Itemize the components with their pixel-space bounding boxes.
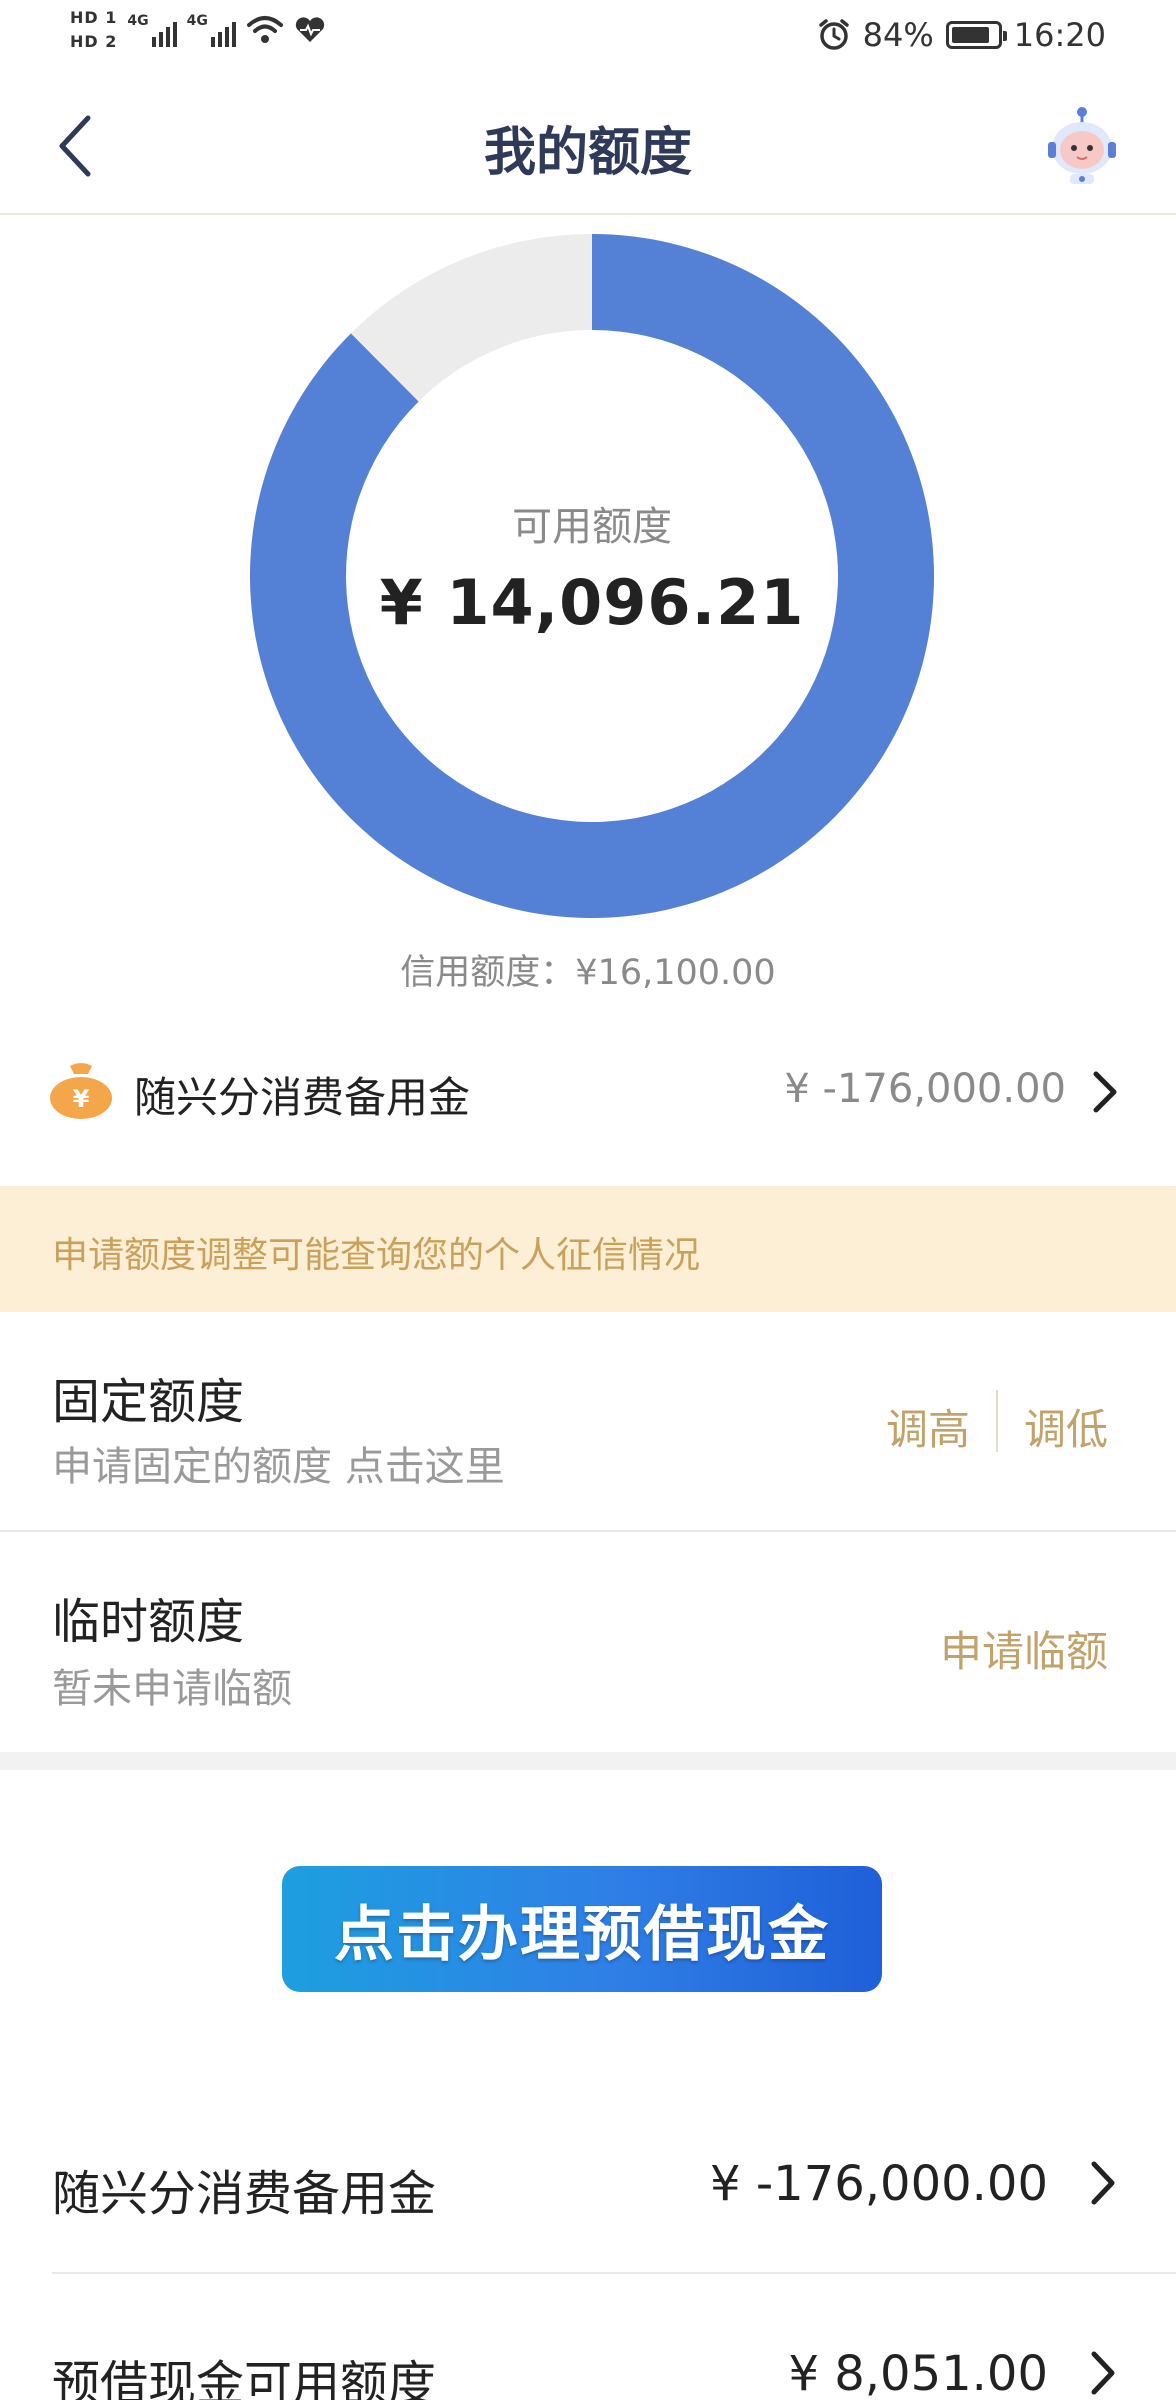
money-bag-icon: ¥ [50, 1063, 112, 1119]
fixed-quota-row: 固定额度 申请固定的额度 点击这里 调高 调低 [0, 1312, 1176, 1530]
credit-check-notice: 申请额度调整可能查询您的个人征信情况 [0, 1186, 1176, 1312]
list-item-cash-advance-quota[interactable]: 预借现金可用额度 ¥ 8,051.00 [0, 2308, 1176, 2400]
section-separator [0, 1752, 1176, 1770]
lower-quota-button[interactable]: 调低 [1024, 1396, 1108, 1457]
list-item-value: ¥ -176,000.00 [710, 2156, 1048, 2212]
network-2-label: 4G [186, 13, 208, 29]
fixed-quota-title: 固定额度 [52, 1374, 245, 1430]
network-1-label: 4G [127, 13, 149, 29]
available-quota-label: 可用额度 [512, 503, 672, 550]
sim-indicators: HD 1 HD 2 [70, 8, 117, 52]
action-divider [996, 1390, 998, 1452]
alarm-icon [818, 19, 849, 50]
sim1-indicator: HD 1 [70, 8, 118, 27]
available-quota-amount: ¥ 14,096.21 [379, 565, 805, 639]
list-item-reserve-fund[interactable]: 随兴分消费备用金 ¥ -176,000.00 [0, 2118, 1176, 2248]
status-bar-right: 84% 16:20 [817, 16, 1106, 54]
cash-advance-cta-button[interactable]: 点击办理预借现金 [282, 1866, 882, 1992]
fixed-quota-subtitle[interactable]: 申请固定的额度 点击这里 [52, 1434, 505, 1492]
raise-quota-button[interactable]: 调高 [886, 1396, 970, 1457]
reserve-fund-row[interactable]: ¥ 随兴分消费备用金 ¥ -176,000.00 [0, 1040, 1176, 1140]
apply-temporary-quota-button[interactable]: 申请临额 [940, 1618, 1108, 1679]
credit-limit-text: 信用额度：¥16,100.00 [400, 953, 776, 993]
top-navigation-bar: 我的额度 [0, 80, 1176, 215]
sim2-indicator: HD 2 [70, 32, 118, 51]
battery-icon [945, 21, 1007, 49]
chevron-right-icon [1091, 2161, 1115, 2205]
robot-assistant-icon [1048, 107, 1116, 184]
reserve-fund-label: 随兴分消费备用金 [134, 1073, 471, 1122]
list-item-label: 随兴分消费备用金 [52, 2166, 437, 2222]
cta-label: 点击办理预借现金 [334, 1899, 830, 1970]
list-divider [52, 2272, 1176, 2274]
notice-text: 申请额度调整可能查询您的个人征信情况 [52, 1235, 701, 1276]
temporary-quota-subtitle: 暂未申请临额 [52, 1666, 292, 1712]
temporary-quota-row: 临时额度 暂未申请临额 申请临额 [0, 1532, 1176, 1752]
wifi-icon [246, 16, 283, 43]
signal-1-icon: 4G [127, 13, 177, 47]
assistant-avatar-button[interactable] [1040, 104, 1124, 188]
temporary-quota-title: 临时额度 [52, 1594, 245, 1650]
quota-donut-chart: 可用额度 ¥ 14,096.21 [249, 234, 934, 918]
list-item-value: ¥ 8,051.00 [788, 2346, 1048, 2400]
chevron-right-icon [1093, 1071, 1117, 1113]
reserve-fund-value: ¥ -176,000.00 [784, 1066, 1066, 1112]
heart-rate-icon [295, 17, 324, 42]
signal-2-icon: 4G [187, 13, 236, 47]
battery-percent: 84% [862, 16, 934, 54]
page-title: 我的额度 [483, 123, 692, 183]
list-item-label: 预借现金可用额度 [52, 2356, 437, 2400]
battery-fill [951, 27, 989, 43]
donut-center: 可用额度 ¥ 14,096.21 [250, 234, 934, 918]
money-bag-glyph: ¥ [73, 1085, 90, 1113]
status-bar: HD 1 HD 2 4G 4G 84% 16:20 [0, 0, 1176, 72]
chevron-right-icon [1091, 2351, 1115, 2395]
clock: 16:20 [1013, 16, 1106, 54]
status-bar-left: HD 1 HD 2 4G 4G [70, 8, 326, 52]
